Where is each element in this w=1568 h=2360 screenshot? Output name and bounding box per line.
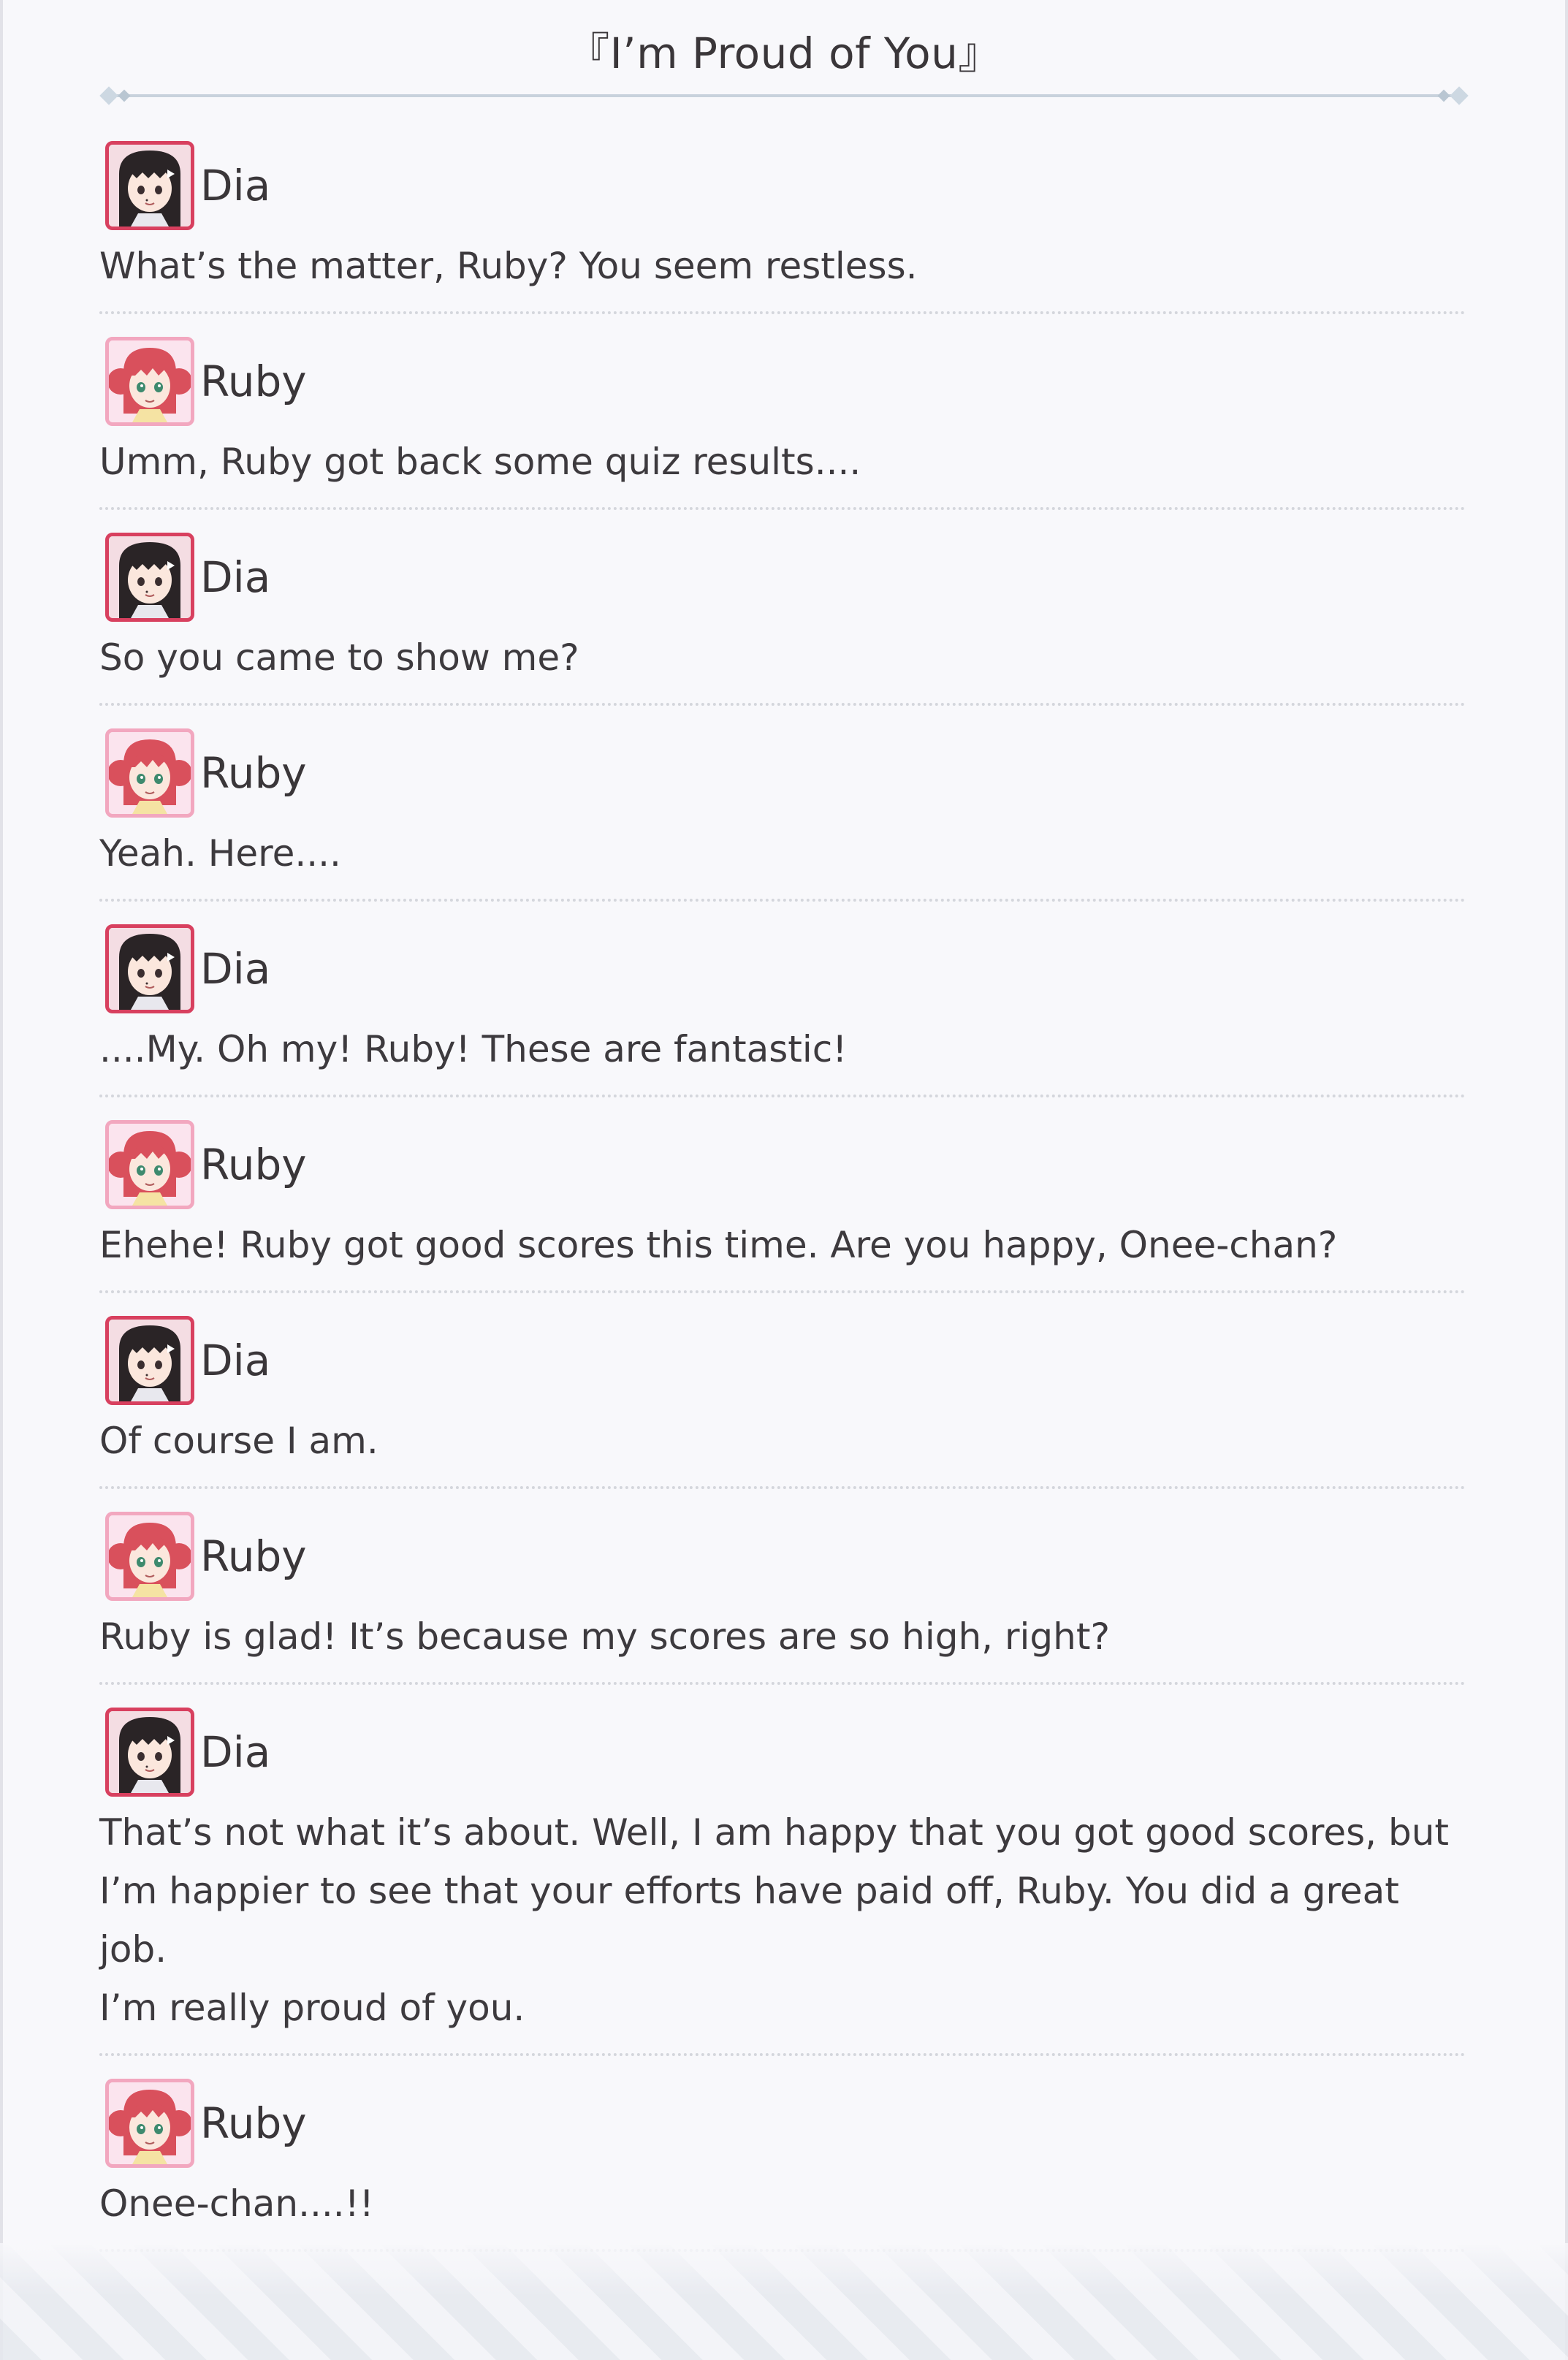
dialogue-entry: Dia ....My. Oh my! Ruby! These are fantas…	[99, 922, 1466, 1097]
dialogue-entry: Ruby Yeah. Here....	[99, 726, 1466, 902]
footer-pattern	[0, 2243, 1568, 2360]
dialogue-entry: Ruby Umm, Ruby got back some quiz results…	[99, 335, 1466, 510]
story-header: 『I’m Proud of You』	[0, 0, 1568, 110]
speaker-row: Dia	[99, 530, 1466, 624]
dia-avatar-icon	[105, 1708, 194, 1797]
speaker-name: Ruby	[200, 748, 307, 798]
speaker-name: Dia	[200, 944, 271, 994]
ruby-avatar-icon	[105, 2079, 194, 2168]
ruby-avatar-icon	[105, 1512, 194, 1601]
speaker-row: Ruby	[99, 1118, 1466, 1211]
ruby-avatar-icon	[105, 337, 194, 426]
speaker-name: Dia	[200, 1336, 271, 1385]
dialogue-text: Of course I am.	[99, 1420, 378, 1462]
speaker-name: Dia	[200, 161, 271, 210]
dialogue-text: That’s not what it’s about. Well, I am h…	[99, 1811, 1449, 2029]
divider-ornament-left	[99, 86, 118, 105]
dia-avatar-icon	[105, 533, 194, 622]
speaker-row: Ruby	[99, 2077, 1466, 2170]
speaker-name: Dia	[200, 552, 271, 602]
dialogue-text: So you came to show me?	[99, 636, 579, 679]
dialogue-entry: Ruby Ehehe! Ruby got good scores this tim…	[99, 1118, 1466, 1293]
ruby-avatar-icon	[105, 1120, 194, 1209]
dialogue-text: Umm, Ruby got back some quiz results....	[99, 441, 861, 483]
right-frame-border	[1565, 0, 1568, 2360]
dialogue-text: Yeah. Here....	[99, 832, 341, 875]
divider-ornament-right-small	[1437, 89, 1450, 102]
speaker-row: Dia	[99, 1705, 1466, 1799]
speaker-name: Ruby	[200, 1531, 307, 1581]
dialogue-entry: Dia What’s the matter, Ruby? You seem res…	[99, 139, 1466, 314]
speaker-row: Ruby	[99, 335, 1466, 428]
dialogue-log[interactable]: Dia What’s the matter, Ruby? You seem res…	[99, 139, 1466, 2272]
divider-ornament-right	[1450, 86, 1469, 105]
dialogue-entry: Dia That’s not what it’s about. Well, I a…	[99, 1705, 1466, 2056]
speaker-row: Dia	[99, 922, 1466, 1016]
dialogue-entry: Dia So you came to show me?	[99, 530, 1466, 706]
dia-avatar-icon	[105, 141, 194, 230]
dia-avatar-icon	[105, 924, 194, 1013]
speaker-name: Ruby	[200, 1140, 307, 1189]
dialogue-text: ....My. Oh my! Ruby! These are fantastic…	[99, 1028, 848, 1070]
speaker-row: Ruby	[99, 726, 1466, 820]
left-frame-border	[0, 0, 3, 2360]
speaker-row: Dia	[99, 139, 1466, 232]
speaker-row: Dia	[99, 1314, 1466, 1407]
dialogue-text: Ehehe! Ruby got good scores this time. A…	[99, 1224, 1338, 1266]
story-title: 『I’m Proud of You』	[567, 28, 1001, 78]
speaker-name: Ruby	[200, 357, 307, 406]
title-divider	[110, 94, 1458, 97]
dialogue-text: Onee-chan....!!	[99, 2182, 374, 2225]
dialogue-text: What’s the matter, Ruby? You seem restle…	[99, 245, 918, 287]
dialogue-text: Ruby is glad! It’s because my scores are…	[99, 1615, 1110, 1658]
divider-ornament-left-small	[118, 89, 131, 102]
dialogue-entry: Dia Of course I am.	[99, 1314, 1466, 1489]
speaker-row: Ruby	[99, 1510, 1466, 1603]
speaker-name: Dia	[200, 1727, 271, 1777]
dialogue-entry: Ruby Onee-chan....!!	[99, 2077, 1466, 2252]
dia-avatar-icon	[105, 1316, 194, 1405]
ruby-avatar-icon	[105, 728, 194, 818]
speaker-name: Ruby	[200, 2098, 307, 2148]
dialogue-entry: Ruby Ruby is glad! It’s because my scores…	[99, 1510, 1466, 1685]
